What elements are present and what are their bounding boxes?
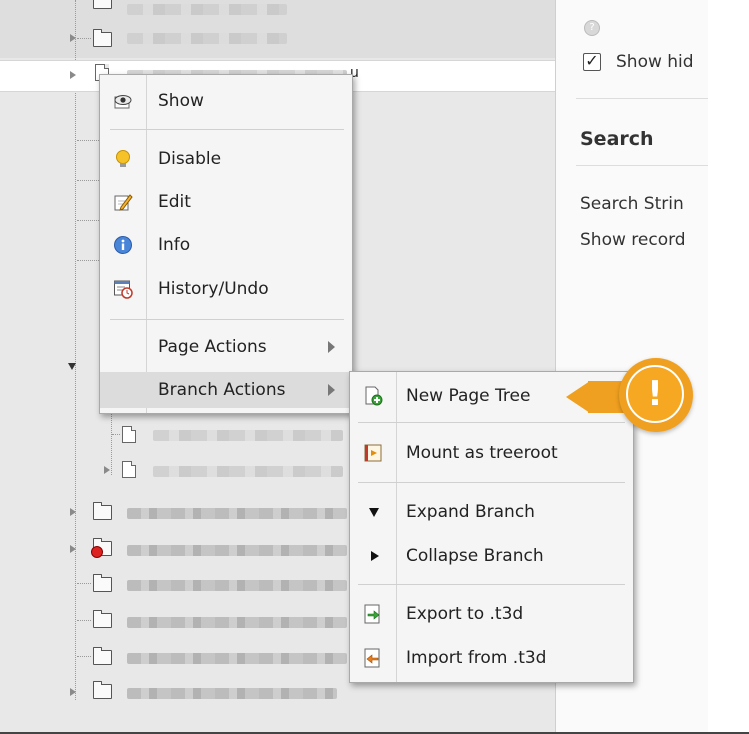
show-hidden-label: Show hid	[616, 52, 694, 72]
show-hidden-checkbox[interactable]: ✓	[583, 53, 601, 71]
menu-item-label: Mount as treeroot	[406, 443, 558, 463]
search-heading: Search	[580, 128, 654, 150]
menu-item-export-t3d[interactable]: Export to .t3d	[350, 596, 633, 632]
menu-item-label: Page Actions	[158, 337, 267, 357]
search-string-label: Search Strin	[580, 194, 684, 214]
menu-item-collapse-branch[interactable]: Collapse Branch	[350, 538, 633, 574]
menu-item-history-undo[interactable]: History/Undo	[100, 271, 352, 307]
blurred-page-title	[127, 545, 347, 556]
tree-connector	[77, 140, 99, 141]
collapse-toggle-icon[interactable]	[68, 363, 76, 370]
folder-icon[interactable]	[93, 681, 112, 699]
tree-connector	[75, 0, 76, 700]
tree-connector	[77, 260, 99, 261]
blurred-page-title	[127, 580, 347, 591]
info-icon	[114, 236, 132, 254]
history-icon	[114, 280, 133, 299]
submenu-arrow-icon	[328, 384, 335, 396]
blurred-page-title	[127, 617, 347, 628]
warning-callout: !	[566, 352, 706, 442]
menu-item-label: Show	[158, 91, 204, 111]
blurred-page-title	[127, 653, 347, 664]
blurred-page-title	[153, 430, 343, 441]
menu-item-expand-branch[interactable]: Expand Branch	[350, 494, 633, 530]
menu-item-label: Info	[158, 235, 191, 255]
context-menu: Show Disable Edit Info History/Undo Page…	[99, 74, 353, 414]
page-icon[interactable]	[122, 426, 136, 443]
menu-item-label: Edit	[158, 192, 191, 212]
menu-separator	[358, 584, 625, 585]
menu-separator	[110, 319, 344, 320]
menu-item-label: New Page Tree	[406, 386, 531, 406]
tree-connector	[77, 620, 91, 621]
expand-toggle-icon[interactable]	[70, 71, 76, 79]
menu-item-branch-actions[interactable]: Branch Actions	[100, 372, 352, 408]
folder-restricted-icon[interactable]	[91, 538, 112, 558]
menu-item-info[interactable]: Info	[100, 227, 352, 263]
menu-item-label: Import from .t3d	[406, 648, 547, 668]
window-edge	[708, 0, 749, 734]
menu-item-disable[interactable]: Disable	[100, 141, 352, 177]
folder-icon[interactable]	[93, 610, 112, 628]
page-icon[interactable]	[122, 461, 136, 478]
blurred-page-title	[127, 508, 347, 519]
menu-item-label: Branch Actions	[158, 380, 286, 400]
exclamation-icon: !	[647, 374, 663, 414]
menu-separator	[358, 482, 625, 483]
submenu-arrow-icon	[328, 341, 335, 353]
tree-connector	[77, 220, 99, 221]
mount-icon	[364, 444, 382, 462]
menu-item-label: Expand Branch	[406, 502, 535, 522]
menu-item-label: Disable	[158, 149, 222, 169]
menu-item-label: History/Undo	[158, 279, 269, 299]
menu-item-import-t3d[interactable]: Import from .t3d	[350, 640, 633, 676]
callout-pointer	[566, 381, 590, 413]
collapse-icon	[371, 551, 379, 561]
folder-icon[interactable]	[93, 647, 112, 665]
expand-toggle-icon[interactable]	[70, 34, 76, 42]
tree-connector	[77, 583, 91, 584]
menu-separator	[110, 129, 344, 130]
help-icon[interactable]: ?	[584, 20, 600, 36]
export-icon	[364, 604, 380, 624]
divider	[576, 165, 708, 166]
tree-connector	[112, 434, 120, 435]
blurred-page-title	[127, 688, 337, 699]
tree-connector	[77, 38, 91, 39]
menu-item-page-actions[interactable]: Page Actions	[100, 329, 352, 365]
folder-icon[interactable]	[93, 502, 112, 520]
folder-icon[interactable]	[93, 29, 112, 47]
menu-item-show[interactable]: Show	[100, 83, 352, 119]
new-page-tree-icon	[365, 386, 383, 406]
menu-item-label: Collapse Branch	[406, 546, 544, 566]
pencil-icon	[114, 194, 133, 211]
lightbulb-icon	[116, 150, 130, 167]
eye-icon	[114, 95, 132, 109]
import-icon	[364, 648, 380, 668]
expand-toggle-icon[interactable]	[70, 508, 76, 516]
divider	[576, 98, 708, 99]
expand-toggle-icon[interactable]	[70, 545, 76, 553]
tree-connector	[77, 656, 91, 657]
expand-toggle-icon[interactable]	[104, 466, 110, 474]
folder-icon[interactable]	[93, 574, 112, 592]
expand-icon	[369, 508, 379, 517]
expand-toggle-icon[interactable]	[70, 688, 76, 696]
blurred-page-title	[127, 4, 287, 15]
menu-item-edit[interactable]: Edit	[100, 184, 352, 220]
menu-item-label: Export to .t3d	[406, 604, 524, 624]
show-records-label: Show record	[580, 230, 686, 250]
tree-connector	[77, 180, 99, 181]
blurred-page-title	[127, 33, 287, 44]
folder-icon[interactable]	[93, 0, 112, 9]
blurred-page-title	[153, 466, 343, 477]
